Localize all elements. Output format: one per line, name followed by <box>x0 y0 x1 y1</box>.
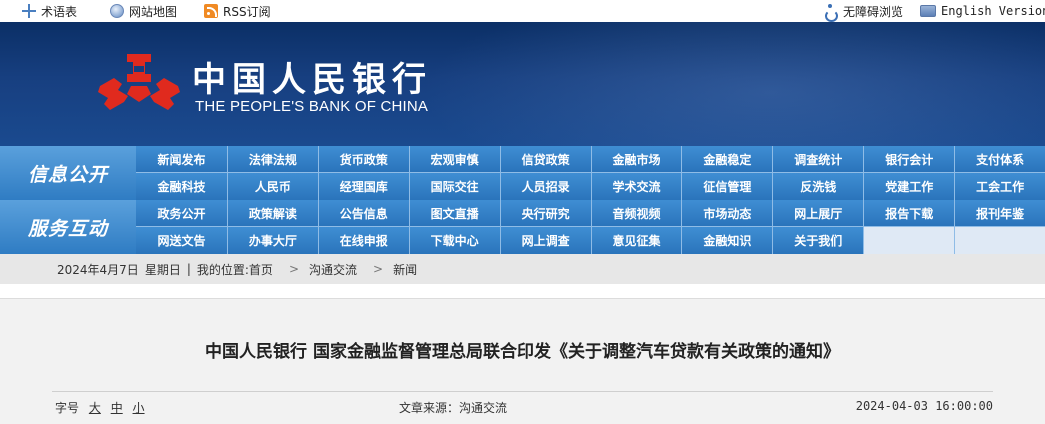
top-utility-bar: 术语表 网站地图 RSS订阅 无障碍浏览 English Version <box>0 0 1045 22</box>
rss-link[interactable]: RSS订阅 <box>204 3 271 19</box>
nav-item[interactable]: 网上调查 <box>499 227 591 254</box>
breadcrumb: 2024年4月7日 星期日 | 我的位置: 首页 > 沟通交流 > 新闻 <box>0 254 1045 284</box>
globe-icon <box>110 4 124 18</box>
nav-item[interactable]: 工会工作 <box>954 173 1045 200</box>
nav-item[interactable]: 金融市场 <box>590 146 682 173</box>
bank-name-en: THE PEOPLE'S BANK OF CHINA <box>195 98 429 115</box>
nav-item[interactable]: 下载中心 <box>408 227 500 254</box>
nav-item[interactable]: 反洗钱 <box>772 173 863 200</box>
nav-item[interactable]: 征信管理 <box>681 173 772 200</box>
current-date: 2024年4月7日 <box>57 262 139 277</box>
nav-row-info-2: 金融科技 人民币 经理国库 国际交往 人员招录 学术交流 征信管理 反洗钱 党建… <box>136 173 1045 200</box>
site-banner: 中国人民银行 THE PEOPLE'S BANK OF CHINA <box>0 22 1045 146</box>
nav-item[interactable]: 市场动态 <box>681 200 772 227</box>
nav-item[interactable]: 公告信息 <box>317 200 409 227</box>
nav-block-service: 服务互动 政务公开 政策解读 公告信息 图文直播 央行研究 音频视频 市场动态 … <box>0 200 1045 254</box>
nav-item[interactable]: 党建工作 <box>863 173 954 200</box>
nav-item[interactable]: 音频视频 <box>590 200 682 227</box>
nav-item[interactable]: 政务公开 <box>136 200 227 227</box>
breadcrumb-sep: > <box>373 262 384 276</box>
nav-block-info: 信息公开 新闻发布 法律法规 货币政策 宏观审慎 信贷政策 金融市场 金融稳定 … <box>0 146 1045 200</box>
pboc-logo-icon[interactable] <box>98 52 180 114</box>
nav-item[interactable]: 网送文告 <box>136 227 227 254</box>
article-datetime: 2024-04-03 16:00:00 <box>855 399 993 413</box>
nav-item[interactable]: 在线申报 <box>317 227 409 254</box>
glossary-link[interactable]: 术语表 <box>22 3 77 19</box>
breadcrumb-divider: | <box>186 262 191 276</box>
breadcrumb-sep: > <box>288 262 299 276</box>
breadcrumb-communication[interactable]: 沟通交流 <box>309 261 357 278</box>
sitemap-label: 网站地图 <box>129 4 178 19</box>
nav-item[interactable]: 人员招录 <box>499 173 591 200</box>
nav-item[interactable]: 新闻发布 <box>136 146 227 173</box>
nav-item[interactable]: 金融知识 <box>681 227 772 254</box>
article-container: 中国人民银行 国家金融监督管理总局联合印发《关于调整汽车贷款有关政策的通知》 字… <box>0 298 1045 424</box>
nav-item[interactable]: 报刊年鉴 <box>954 200 1045 227</box>
breadcrumb-news[interactable]: 新闻 <box>393 261 417 278</box>
nav-item[interactable]: 金融科技 <box>136 173 227 200</box>
nav-item[interactable]: 信贷政策 <box>499 146 591 173</box>
rss-icon <box>204 4 218 18</box>
nav-item[interactable]: 图文直播 <box>408 200 500 227</box>
english-version-link[interactable]: English Version <box>920 3 1045 19</box>
breadcrumb-home[interactable]: 首页 <box>249 261 273 278</box>
accessible-link[interactable]: 无障碍浏览 <box>824 3 904 22</box>
nav-row-info-1: 新闻发布 法律法规 货币政策 宏观审慎 信贷政策 金融市场 金融稳定 调查统计 … <box>136 146 1045 173</box>
font-size-label: 字号 <box>55 401 80 415</box>
rss-label: RSS订阅 <box>223 4 271 19</box>
accessibility-icon <box>824 3 838 22</box>
glossary-label: 术语表 <box>41 4 78 19</box>
accessible-label: 无障碍浏览 <box>843 4 904 19</box>
nav-empty-cell <box>863 227 955 254</box>
nav-item[interactable]: 网上展厅 <box>772 200 863 227</box>
nav-item[interactable]: 货币政策 <box>317 146 409 173</box>
nav-head-info[interactable]: 信息公开 <box>0 146 136 200</box>
nav-item[interactable]: 经理国库 <box>317 173 409 200</box>
nav-item[interactable]: 法律法规 <box>226 146 318 173</box>
article-title: 中国人民银行 国家金融监督管理总局联合印发《关于调整汽车贷款有关政策的通知》 <box>205 342 840 362</box>
english-version-label: English Version <box>941 4 1045 18</box>
nav-item[interactable]: 国际交往 <box>408 173 500 200</box>
font-size-medium-button[interactable]: 中 <box>111 401 123 415</box>
glossary-icon <box>22 4 36 18</box>
nav-item[interactable]: 调查统计 <box>772 146 863 173</box>
nav-item[interactable]: 意见征集 <box>590 227 682 254</box>
location-label: 我的位置: <box>196 262 249 277</box>
nav-item[interactable]: 金融稳定 <box>681 146 772 173</box>
nav-item[interactable]: 报告下载 <box>863 200 954 227</box>
nav-item[interactable]: 学术交流 <box>590 173 682 200</box>
nav-empty-cell <box>954 227 1045 254</box>
nav-item[interactable]: 支付体系 <box>954 146 1045 173</box>
article-meta: 字号 大 中 小 文章来源：沟通交流 2024-04-03 16:00:00 <box>52 391 993 419</box>
nav-head-service[interactable]: 服务互动 <box>0 200 136 254</box>
nav-item[interactable]: 办事大厅 <box>226 227 318 254</box>
font-size-small-button[interactable]: 小 <box>133 401 145 415</box>
current-weekday: 星期日 <box>144 262 181 277</box>
language-icon <box>920 5 936 17</box>
sitemap-link[interactable]: 网站地图 <box>110 3 177 19</box>
nav-item[interactable]: 人民币 <box>226 173 318 200</box>
bank-name-cn: 中国人民银行 <box>192 60 432 100</box>
nav-item[interactable]: 关于我们 <box>772 227 863 254</box>
banner-glow <box>420 22 1045 146</box>
nav-item[interactable]: 政策解读 <box>226 200 318 227</box>
nav-item[interactable]: 银行会计 <box>863 146 954 173</box>
nav-item[interactable]: 央行研究 <box>499 200 591 227</box>
nav-row-service-1: 政务公开 政策解读 公告信息 图文直播 央行研究 音频视频 市场动态 网上展厅 … <box>136 200 1045 227</box>
font-size-large-button[interactable]: 大 <box>89 401 101 415</box>
main-navigation: 信息公开 新闻发布 法律法规 货币政策 宏观审慎 信贷政策 金融市场 金融稳定 … <box>0 146 1045 254</box>
nav-row-service-2: 网送文告 办事大厅 在线申报 下载中心 网上调查 意见征集 金融知识 关于我们 <box>136 227 1045 254</box>
nav-item[interactable]: 宏观审慎 <box>408 146 500 173</box>
article-source: 文章来源：沟通交流 <box>399 401 508 415</box>
font-size-controls: 字号 大 中 小 <box>55 399 145 416</box>
